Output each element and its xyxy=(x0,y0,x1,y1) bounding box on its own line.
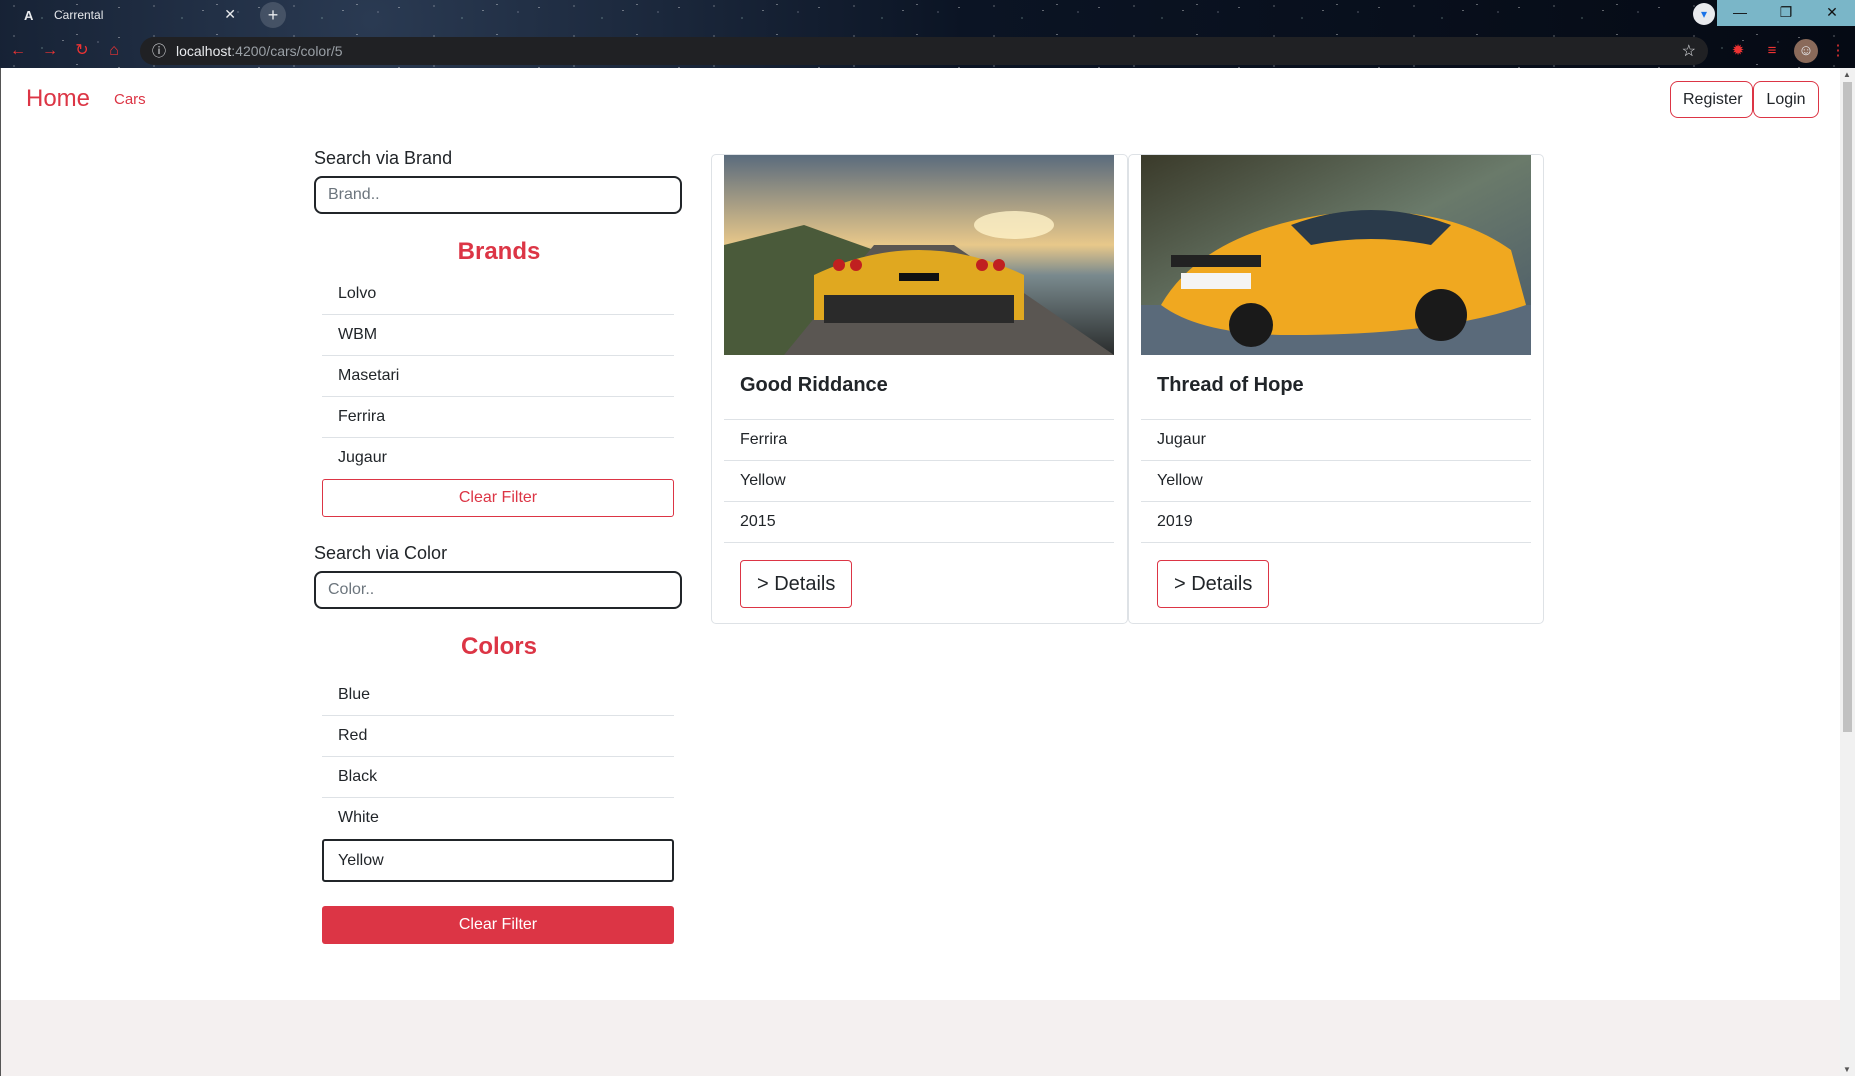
scroll-up-icon[interactable]: ▲ xyxy=(1843,70,1851,79)
car-cards: Good Riddance Ferrira Yellow 2015 > Deta… xyxy=(711,154,1544,624)
car-brand: Ferrira xyxy=(724,420,1114,461)
car-card: Good Riddance Ferrira Yellow 2015 > Deta… xyxy=(711,154,1128,624)
car-brand: Jugaur xyxy=(1141,420,1531,461)
brand-item[interactable]: Lolvo xyxy=(322,274,674,315)
page: Home Cars Register Login Search via Bran… xyxy=(0,68,1841,1076)
car-image xyxy=(1141,155,1531,355)
brand-list: Lolvo WBM Masetari Ferrira Jugaur xyxy=(322,274,674,479)
brand-item[interactable]: Masetari xyxy=(322,356,674,397)
filter-sidebar: Search via Brand Brands Lolvo WBM Maseta… xyxy=(314,148,684,944)
color-search-input[interactable] xyxy=(314,571,682,609)
car-name: Good Riddance xyxy=(740,374,888,396)
back-icon[interactable]: ← xyxy=(4,37,32,65)
home-icon[interactable]: ⌂ xyxy=(100,37,128,65)
address-bar-row: ← → ↻ ⌂ ⓘ localhost:4200/cars/color/5 ☆ … xyxy=(0,34,1855,68)
color-item-selected[interactable]: Yellow xyxy=(322,839,674,882)
browser-tab[interactable]: A Carrental ✕ xyxy=(8,0,252,30)
brand-search-input[interactable] xyxy=(314,176,682,214)
details-button[interactable]: > Details xyxy=(1157,560,1270,608)
minimize-icon[interactable]: — xyxy=(1717,0,1763,26)
extension-list-icon[interactable]: ≡ xyxy=(1760,39,1784,63)
colors-title: Colors xyxy=(460,633,537,660)
login-button[interactable]: Login xyxy=(1753,81,1819,118)
car-color: Yellow xyxy=(724,461,1114,502)
brand-item[interactable]: Ferrira xyxy=(322,397,674,438)
color-item[interactable]: Black xyxy=(322,757,674,798)
car-name: Thread of Hope xyxy=(1157,374,1304,396)
avatar[interactable]: ☺ xyxy=(1794,39,1818,63)
tab-search-icon[interactable]: ▾ xyxy=(1693,3,1715,25)
car-color: Yellow xyxy=(1141,461,1531,502)
bookmark-star-icon[interactable]: ☆ xyxy=(1682,41,1696,61)
page-scrollbar[interactable]: ▲ ▼ xyxy=(1840,68,1855,1076)
color-search-label: Search via Color xyxy=(314,543,448,563)
details-button[interactable]: > Details xyxy=(740,560,853,608)
close-window-icon[interactable]: ✕ xyxy=(1809,0,1855,26)
browser-chrome: A Carrental ✕ + ▾ — ❐ ✕ ← → ↻ ⌂ ⓘ localh… xyxy=(0,0,1855,68)
restore-icon[interactable]: ❐ xyxy=(1763,0,1809,26)
brand-item[interactable]: Jugaur xyxy=(322,438,674,479)
site-info-icon[interactable]: ⓘ xyxy=(152,41,166,61)
car-attributes: Jugaur Yellow 2019 xyxy=(1141,419,1531,543)
tab-close-icon[interactable]: ✕ xyxy=(224,6,236,23)
reload-icon[interactable]: ↻ xyxy=(68,37,96,65)
footer xyxy=(1,1000,1841,1076)
cars-link[interactable]: Cars xyxy=(114,91,146,108)
new-tab-icon[interactable]: + xyxy=(260,2,286,28)
url-text: localhost:4200/cars/color/5 xyxy=(176,43,343,59)
brands-title: Brands xyxy=(457,238,541,265)
color-list: Blue Red Black White Yellow xyxy=(322,675,674,882)
clear-brand-filter-button[interactable]: Clear Filter xyxy=(322,479,674,517)
scroll-down-icon[interactable]: ▼ xyxy=(1843,1065,1851,1074)
car-attributes: Ferrira Yellow 2015 xyxy=(724,419,1114,543)
car-card: Thread of Hope Jugaur Yellow 2019 > Deta… xyxy=(1128,154,1544,624)
brand-item[interactable]: WBM xyxy=(322,315,674,356)
clear-color-filter-button[interactable]: Clear Filter xyxy=(322,906,674,944)
forward-icon[interactable]: → xyxy=(36,37,64,65)
menu-dots-icon[interactable]: ⋮ xyxy=(1826,39,1850,63)
brand-search-label: Search via Brand xyxy=(314,148,453,168)
color-item[interactable]: Red xyxy=(322,716,674,757)
top-navbar: Home Cars Register Login xyxy=(1,68,1841,132)
register-button[interactable]: Register xyxy=(1670,81,1753,118)
omnibox[interactable]: ⓘ localhost:4200/cars/color/5 ☆ xyxy=(140,37,1708,65)
car-image xyxy=(724,155,1114,355)
color-item[interactable]: White xyxy=(322,798,674,839)
car-year: 2019 xyxy=(1141,502,1531,543)
extension-icon[interactable]: ✹ xyxy=(1726,39,1750,63)
color-item[interactable]: Blue xyxy=(322,675,674,716)
home-link[interactable]: Home xyxy=(26,85,90,113)
scrollbar-thumb[interactable] xyxy=(1843,82,1852,732)
tab-title: Carrental xyxy=(54,8,104,22)
car-year: 2015 xyxy=(724,502,1114,543)
tab-favicon-icon: A xyxy=(24,7,34,23)
